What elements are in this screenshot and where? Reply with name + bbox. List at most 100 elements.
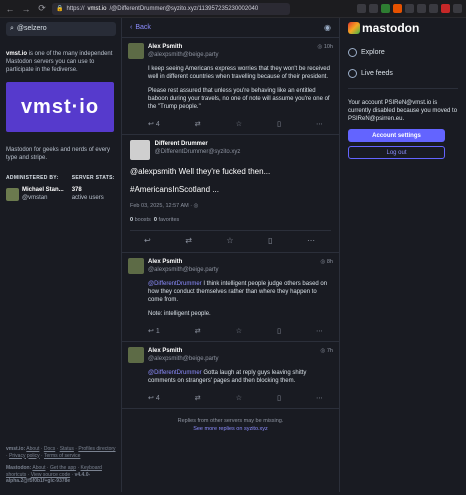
reply-icon[interactable]: ↩ bbox=[144, 237, 151, 245]
account-settings-button[interactable]: Account settings bbox=[348, 129, 445, 142]
focused-actions: ↩ ⇄ ☆ ▯ ⋯ bbox=[130, 231, 331, 252]
post-author-name[interactable]: Alex Psmith bbox=[148, 43, 333, 51]
bookmark-icon[interactable]: ▯ bbox=[277, 328, 281, 336]
chevron-left-icon[interactable]: ‹ bbox=[130, 24, 132, 32]
back-button[interactable]: Back bbox=[135, 24, 151, 32]
favorites-label[interactable]: favorites bbox=[158, 217, 179, 223]
missing-replies-note: Replies from other servers may be missin… bbox=[122, 409, 339, 433]
footer-links: vmst.io: About · Docs · Status · Profile… bbox=[6, 446, 116, 491]
menu-icon[interactable] bbox=[453, 4, 462, 13]
reload-icon[interactable]: ⟳ bbox=[36, 3, 48, 15]
more-icon[interactable]: ⋯ bbox=[316, 395, 323, 403]
footer-link-get-app[interactable]: Get the app bbox=[50, 465, 76, 471]
footer-heading: vmst.io: bbox=[6, 446, 26, 452]
extension-icon[interactable] bbox=[441, 4, 450, 13]
extension-icon[interactable] bbox=[393, 4, 402, 13]
eye-icon[interactable]: ◉ bbox=[324, 23, 331, 32]
post-content: I keep seeing Americans express worries … bbox=[148, 65, 333, 111]
extension-icon[interactable] bbox=[369, 4, 378, 13]
post-paragraph: Note: intelligent people. bbox=[148, 311, 211, 317]
admin-account[interactable]: Michael Stan... @vmstan bbox=[6, 186, 64, 202]
avatar[interactable] bbox=[130, 140, 150, 160]
focused-author[interactable]: Different Drummer @DifferentDrummer@syzi… bbox=[155, 140, 241, 156]
footer-link-docs[interactable]: Docs bbox=[44, 446, 55, 452]
post-time[interactable]: ◎ 8h bbox=[321, 258, 333, 266]
more-icon[interactable]: ⋯ bbox=[316, 121, 323, 129]
server-name[interactable]: vmst.io bbox=[6, 51, 27, 57]
bookmark-icon[interactable]: ▯ bbox=[277, 121, 281, 129]
reply-button[interactable]: ↩ 4 bbox=[148, 121, 160, 129]
more-icon[interactable]: ⋯ bbox=[316, 328, 323, 336]
post-author-handle[interactable]: @alexpsmith@beige.party bbox=[148, 266, 333, 274]
star-icon[interactable]: ☆ bbox=[236, 395, 242, 403]
boost-icon[interactable]: ⇄ bbox=[195, 328, 201, 336]
right-sidebar: mastodon Explore Live feeds Your account… bbox=[348, 20, 458, 490]
address-bar[interactable]: 🔒 https://vmst.io/@DifferentDrummer@syzi… bbox=[52, 2, 290, 15]
back-arrow-icon[interactable]: ← bbox=[4, 3, 16, 15]
avatar[interactable] bbox=[128, 258, 144, 274]
post-time[interactable]: ◎ 7h bbox=[321, 347, 333, 355]
extension-icon[interactable] bbox=[405, 4, 414, 13]
url-host: vmst.io bbox=[87, 5, 107, 12]
boost-icon[interactable]: ⇄ bbox=[195, 395, 201, 403]
reply-post[interactable]: Alex Psmith @alexpsmith@beige.party ◎ 7h… bbox=[122, 342, 339, 409]
star-icon[interactable]: ☆ bbox=[236, 328, 242, 336]
url-prefix: https:// bbox=[66, 5, 85, 12]
boosts-label[interactable]: boosts bbox=[135, 217, 151, 223]
extension-icon[interactable] bbox=[429, 4, 438, 13]
boost-icon[interactable]: ⇄ bbox=[185, 237, 192, 245]
server-description: Mastodon for geeks and nerds of every ty… bbox=[6, 147, 111, 161]
post-author-name[interactable]: Alex Psmith bbox=[148, 347, 333, 355]
footer-link-terms[interactable]: Terms of service bbox=[44, 453, 80, 459]
lock-icon: 🔒 bbox=[56, 6, 64, 12]
star-icon[interactable]: ☆ bbox=[226, 237, 233, 245]
search-input[interactable]: ⌕ @selzero bbox=[6, 22, 116, 36]
avatar[interactable] bbox=[128, 347, 144, 363]
footer-link-privacy[interactable]: Privacy policy bbox=[9, 453, 40, 459]
hashtag-link[interactable]: #AmericansInScotland ... bbox=[130, 184, 331, 195]
compass-icon bbox=[348, 48, 357, 57]
reply-post[interactable]: Alex Psmith @alexpsmith@beige.party ◎ 8h… bbox=[122, 253, 339, 342]
post-stats: 0 boosts 0 favorites bbox=[130, 216, 331, 231]
star-icon[interactable]: ☆ bbox=[236, 121, 242, 129]
post-author-name: Different Drummer bbox=[154, 141, 208, 147]
post-author-handle[interactable]: @alexpsmith@beige.party bbox=[148, 51, 333, 59]
reply-count: 4 bbox=[155, 395, 160, 402]
reply-button[interactable]: ↩ 1 bbox=[148, 328, 160, 336]
post-time[interactable]: ◎ 10h bbox=[317, 43, 333, 51]
boost-icon[interactable]: ⇄ bbox=[195, 121, 201, 129]
footer-link-about[interactable]: About bbox=[26, 446, 39, 452]
ancestor-post[interactable]: Alex Psmith @alexpsmith@beige.party ◎ 10… bbox=[122, 38, 339, 135]
footer-link-about[interactable]: About bbox=[32, 465, 45, 471]
extension-icon[interactable] bbox=[381, 4, 390, 13]
avatar bbox=[6, 187, 19, 201]
footer-link-source[interactable]: View source code bbox=[31, 472, 70, 478]
footer-link-status[interactable]: Status bbox=[60, 446, 74, 452]
post-paragraph: @alexpsmith Well they're fucked then... bbox=[130, 167, 271, 176]
reply-button[interactable]: ↩ 4 bbox=[148, 395, 160, 403]
administered-by-label: ADMINISTERED BY: bbox=[6, 175, 59, 181]
log-out-button[interactable]: Log out bbox=[348, 146, 445, 159]
more-replies-link[interactable]: See more replies on syzito.xyz bbox=[122, 425, 339, 433]
nav-live-feeds[interactable]: Live feeds bbox=[348, 69, 458, 78]
favorites-count: 0 bbox=[153, 217, 157, 223]
timestamp[interactable]: Feb 03, 2025, 12:57 AM bbox=[130, 203, 189, 209]
avatar[interactable] bbox=[128, 43, 144, 59]
mastodon-logo[interactable]: mastodon bbox=[348, 20, 458, 36]
post-author-name[interactable]: Alex Psmith bbox=[148, 258, 333, 266]
mastodon-footer: Mastodon: About · Get the app · Keyboard… bbox=[6, 465, 102, 484]
extension-icon[interactable] bbox=[357, 4, 366, 13]
post-author-handle[interactable]: @alexpsmith@beige.party bbox=[148, 355, 333, 363]
nav-explore[interactable]: Explore bbox=[348, 48, 458, 57]
mention-link[interactable]: @DifferentDrummer bbox=[148, 281, 202, 287]
more-icon[interactable]: ⋯ bbox=[307, 237, 315, 245]
footer-link-profiles[interactable]: Profiles directory bbox=[78, 446, 115, 452]
extension-icon[interactable] bbox=[417, 4, 426, 13]
left-sidebar: ⌕ @selzero vmst.io is one of the many in… bbox=[6, 22, 116, 492]
thread-column: ‹ Back ◉ Alex Psmith @alexpsmith@beige.p… bbox=[121, 18, 340, 492]
column-header: ‹ Back ◉ bbox=[122, 18, 339, 38]
bookmark-icon[interactable]: ▯ bbox=[268, 237, 272, 245]
mention-link[interactable]: @DifferentDrummer bbox=[148, 370, 202, 376]
forward-arrow-icon[interactable]: → bbox=[20, 3, 32, 15]
bookmark-icon[interactable]: ▯ bbox=[277, 395, 281, 403]
